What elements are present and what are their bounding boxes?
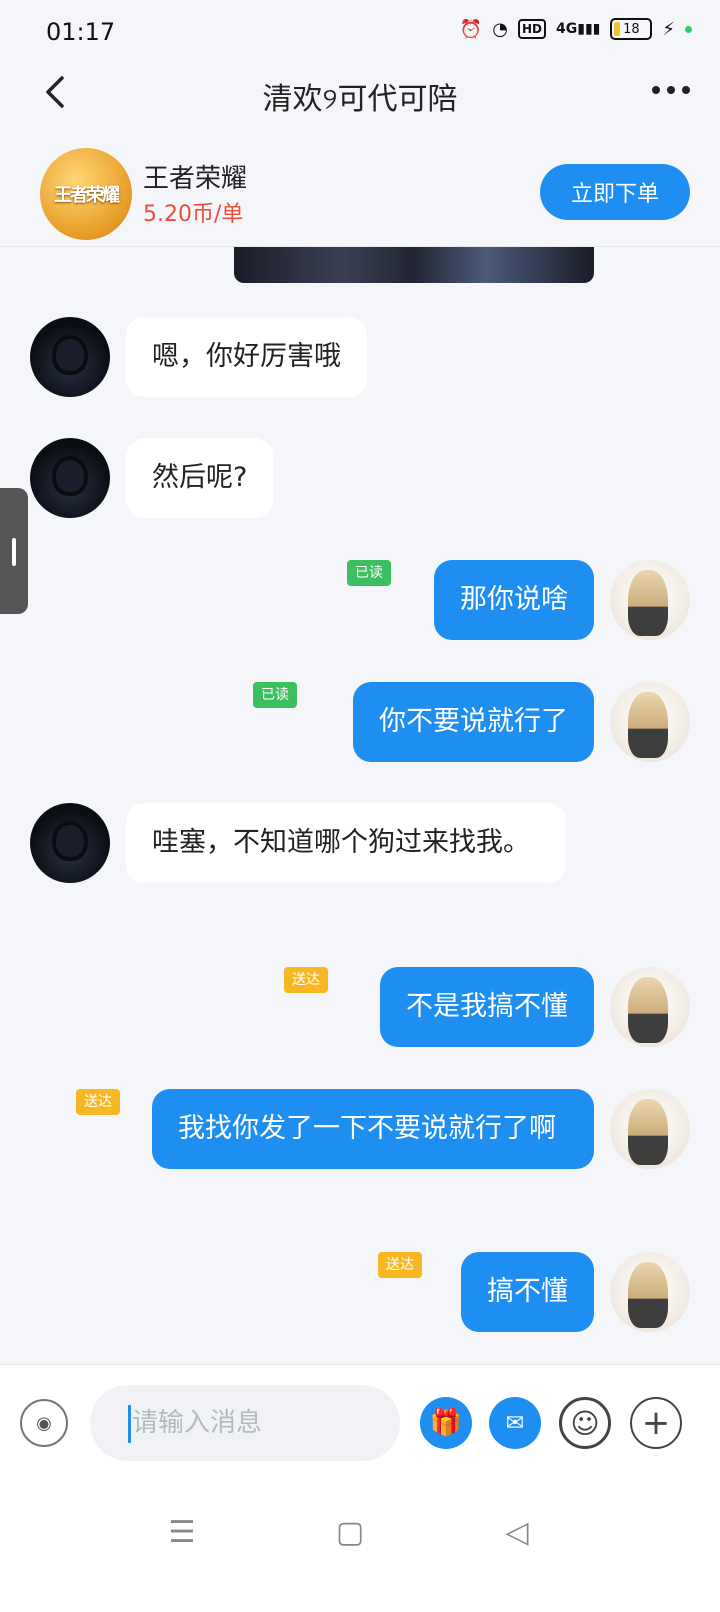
chat-title: 清欢୨可代可陪 — [262, 82, 458, 117]
user-avatar[interactable] — [610, 1252, 690, 1332]
chat-area[interactable]: 嗯，你好厉害哦 然后呢? 已读 那你说啥 已读 你不要说就行了 哇塞，不知道哪个… — [0, 247, 720, 1402]
read-status-badge: 已读 — [253, 682, 297, 708]
contact-avatar[interactable] — [30, 438, 110, 518]
game-logo: 王者荣耀 — [40, 148, 132, 240]
delivered-status-badge: 送达 — [284, 967, 328, 993]
system-nav-bar: ☰ ▢ ◁ — [0, 1494, 720, 1612]
emoji-icon[interactable]: ☺ — [559, 1397, 611, 1449]
message-bubble[interactable]: 嗯，你好厉害哦 — [126, 317, 367, 397]
image-message-thumbnail[interactable] — [234, 247, 594, 283]
input-bar: ◉ 🎁 ✉ ☺ + — [0, 1364, 720, 1495]
red-packet-icon[interactable]: ✉ — [489, 1397, 541, 1449]
service-card: 王者荣耀 王者荣耀 5.20币/单 立即下单 — [0, 138, 720, 247]
more-options-icon[interactable] — [652, 86, 690, 94]
message-bubble[interactable]: 然后呢? — [126, 438, 274, 518]
signal-icon: 4G▮▮▮ — [556, 21, 601, 37]
user-avatar[interactable] — [610, 967, 690, 1047]
message-input[interactable] — [90, 1385, 400, 1461]
status-bar: 01:17 ⏰ ◔ HD 4G▮▮▮ 18 ⚡ — [0, 0, 720, 62]
status-icons: ⏰ ◔ HD 4G▮▮▮ 18 ⚡ — [460, 18, 692, 40]
contact-avatar[interactable] — [30, 317, 110, 397]
message-bubble[interactable]: 不是我搞不懂 — [380, 967, 594, 1047]
side-drawer-handle[interactable] — [0, 488, 28, 614]
order-now-button[interactable]: 立即下单 — [540, 164, 690, 220]
charging-icon: ⚡ — [662, 18, 675, 40]
voice-icon[interactable]: ◉ — [20, 1399, 68, 1447]
alarm-icon: ⏰ — [459, 18, 483, 40]
menu-icon[interactable]: ☰ — [162, 1512, 202, 1552]
text-cursor — [128, 1405, 131, 1443]
back-triangle-icon[interactable]: ◁ — [497, 1512, 537, 1552]
hd-badge: HD — [517, 19, 546, 39]
wifi-icon: ◔ — [492, 18, 508, 40]
plus-icon[interactable]: + — [630, 1397, 682, 1449]
message-bubble[interactable]: 我找你发了一下不要说就行了啊 — [152, 1089, 594, 1169]
home-icon[interactable]: ▢ — [330, 1512, 370, 1552]
battery-icon: 18 — [610, 18, 653, 40]
delivered-status-badge: 送达 — [76, 1089, 120, 1115]
game-price: 5.20币/单 — [143, 202, 244, 227]
message-bubble[interactable]: 哇塞，不知道哪个狗过来找我。 — [126, 803, 566, 883]
status-time: 01:17 — [46, 18, 116, 46]
read-status-badge: 已读 — [347, 560, 391, 586]
user-avatar[interactable] — [610, 1089, 690, 1169]
chat-header: 清欢୨可代可陪 — [0, 62, 720, 122]
user-avatar[interactable] — [610, 560, 690, 640]
contact-avatar[interactable] — [30, 803, 110, 883]
message-bubble[interactable]: 搞不懂 — [461, 1252, 594, 1332]
indicator-dot — [685, 25, 692, 33]
user-avatar[interactable] — [610, 682, 690, 762]
delivered-status-badge: 送达 — [378, 1252, 422, 1278]
game-name: 王者荣耀 — [143, 164, 248, 194]
gift-icon[interactable]: 🎁 — [420, 1397, 472, 1449]
message-bubble[interactable]: 你不要说就行了 — [353, 682, 594, 762]
message-bubble[interactable]: 那你说啥 — [434, 560, 594, 640]
